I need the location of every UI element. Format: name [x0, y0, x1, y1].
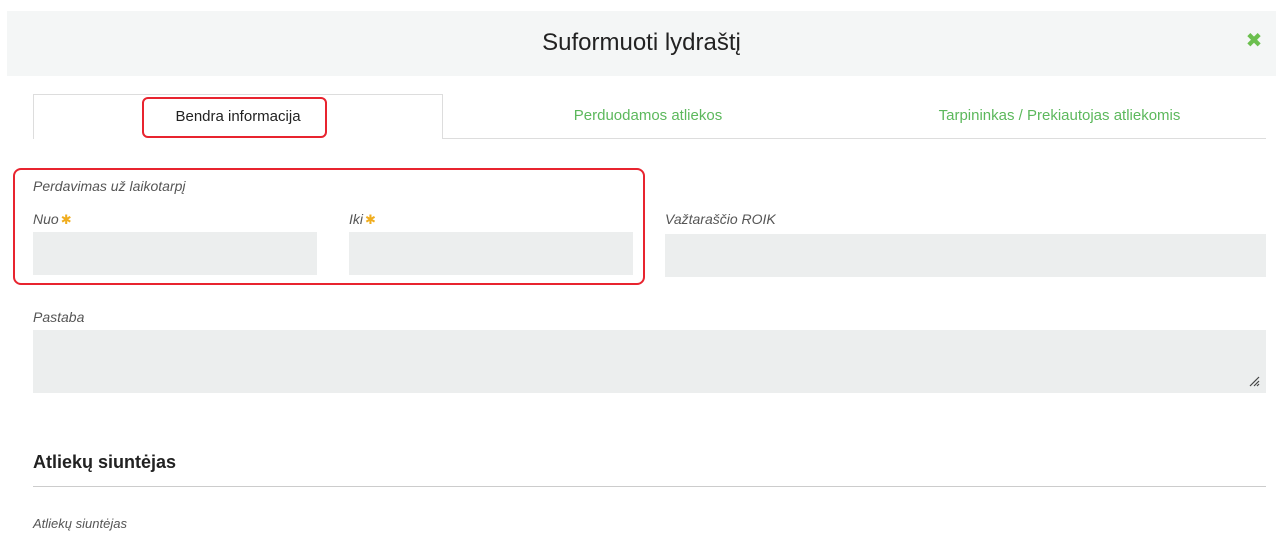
to-label: Iki ✱: [349, 211, 376, 228]
tab-perduodamos-atliekos[interactable]: Perduodamos atliekos: [443, 94, 853, 139]
note-label: Pastaba: [33, 309, 85, 325]
from-label-text: Nuo: [33, 211, 59, 227]
to-date-input[interactable]: [349, 232, 633, 275]
sender-field-label: Atliekų siuntėjas: [33, 516, 127, 531]
section-title-sender: Atliekų siuntėjas: [33, 452, 177, 472]
to-label-text: Iki: [349, 211, 363, 227]
modal-header: Suformuoti lydraštį ✖: [7, 11, 1276, 76]
roik-label: Važtaraščio ROIK: [665, 211, 776, 227]
resize-handle-icon[interactable]: [1248, 375, 1260, 387]
from-date-input[interactable]: [33, 232, 317, 275]
section-divider: [33, 486, 1266, 487]
tab-tarpininkas[interactable]: Tarpininkas / Prekiautojas atliekomis: [853, 94, 1266, 139]
tab-highlight-box: [142, 97, 327, 138]
roik-input[interactable]: [665, 234, 1266, 277]
period-group-label: Perdavimas už laikotarpį: [33, 178, 186, 194]
required-icon: ✱: [365, 212, 376, 227]
note-textarea[interactable]: [33, 330, 1266, 393]
from-label: Nuo ✱: [33, 211, 72, 228]
required-icon: ✱: [60, 212, 72, 227]
close-icon[interactable]: ✖: [1244, 31, 1264, 51]
modal-title: Suformuoti lydraštį: [542, 29, 741, 56]
